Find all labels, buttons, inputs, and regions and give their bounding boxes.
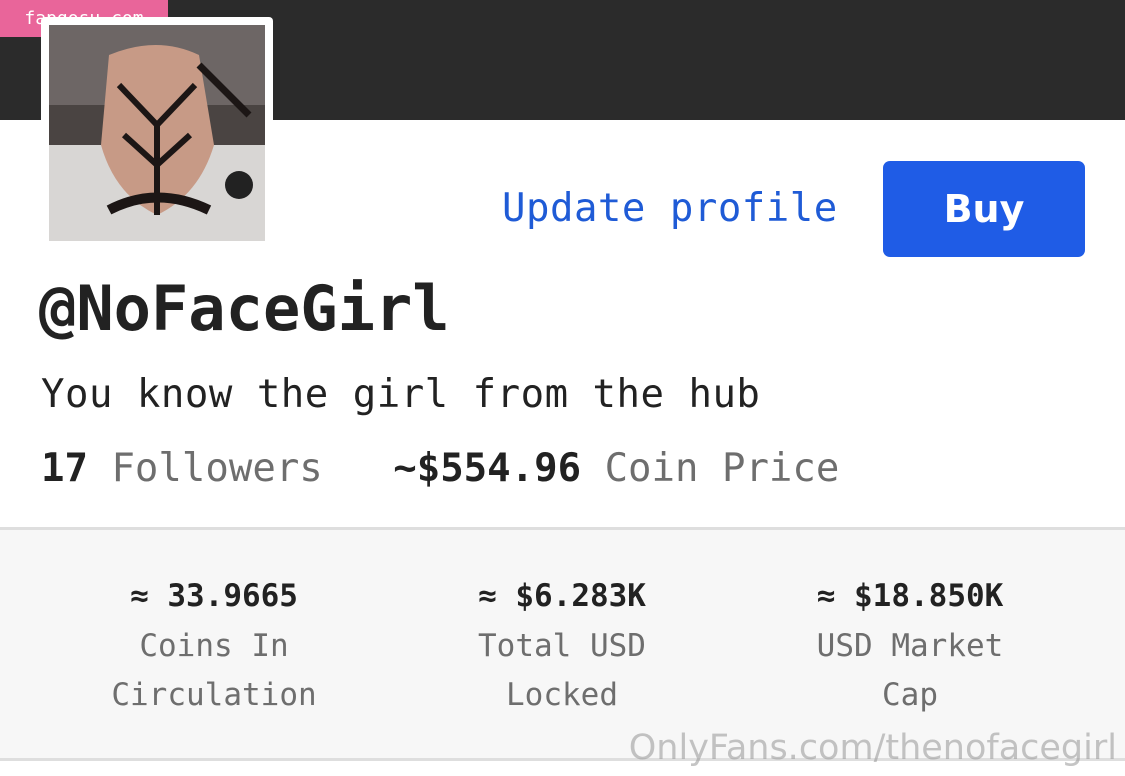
metric-label-line1: USD Market: [816, 628, 1004, 664]
metrics-panel: ≈ 33.9665 Coins In Circulation ≈ $6.283K…: [0, 530, 1125, 758]
metric-label-line2: Locked: [506, 677, 618, 713]
update-profile-link[interactable]: Update profile: [502, 186, 838, 231]
profile-bio: You know the girl from the hub: [41, 372, 761, 417]
metric-label-line1: Coins In: [139, 628, 289, 664]
username: @NoFaceGirl: [39, 272, 450, 345]
buy-button[interactable]: Buy: [883, 161, 1085, 257]
followers-count: 17: [41, 446, 88, 491]
coin-price-label: Coin Price: [604, 446, 840, 491]
watermark-text: OnlyFans.com/thenofacegirl: [628, 728, 1117, 768]
followers-label[interactable]: Followers: [111, 446, 322, 491]
profile-stats: 17 Followers ~$554.96 Coin Price: [41, 446, 839, 491]
metric-coins-in-circulation: ≈ 33.9665 Coins In Circulation: [64, 574, 364, 720]
metric-value: ≈ 33.9665: [130, 578, 298, 614]
metric-label-line1: Total USD: [478, 628, 646, 664]
metric-label-line2: Circulation: [111, 677, 317, 713]
avatar[interactable]: [41, 17, 273, 249]
metric-label-line2: Cap: [882, 677, 938, 713]
metric-usd-market-cap: ≈ $18.850K USD Market Cap: [760, 574, 1060, 720]
avatar-image: [49, 25, 265, 241]
coin-price-value: ~$554.96: [393, 446, 582, 491]
metric-value: ≈ $6.283K: [478, 578, 646, 614]
avatar-photo: [49, 25, 265, 241]
metric-value: ≈ $18.850K: [816, 578, 1004, 614]
metric-total-usd-locked: ≈ $6.283K Total USD Locked: [412, 574, 712, 720]
